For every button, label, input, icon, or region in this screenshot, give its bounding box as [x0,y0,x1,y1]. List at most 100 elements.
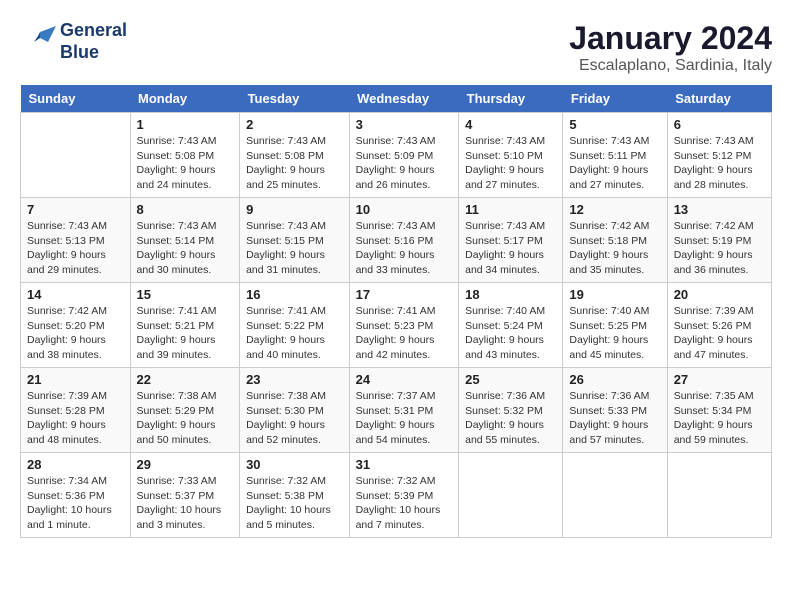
day-number: 7 [27,202,124,217]
day-number: 27 [674,372,765,387]
calendar-subtitle: Escalaplano, Sardinia, Italy [569,57,772,75]
logo: General Blue [20,20,127,63]
day-cell: 8Sunrise: 7:43 AM Sunset: 5:14 PM Daylig… [130,198,240,283]
day-info: Sunrise: 7:43 AM Sunset: 5:17 PM Dayligh… [465,219,556,278]
col-tuesday: Tuesday [240,85,350,113]
calendar-header: Sunday Monday Tuesday Wednesday Thursday… [21,85,772,113]
day-cell: 15Sunrise: 7:41 AM Sunset: 5:21 PM Dayli… [130,283,240,368]
day-info: Sunrise: 7:41 AM Sunset: 5:21 PM Dayligh… [137,304,234,363]
day-cell [459,453,563,538]
day-info: Sunrise: 7:43 AM Sunset: 5:11 PM Dayligh… [569,134,660,193]
day-cell [21,113,131,198]
day-number: 31 [356,457,453,472]
day-info: Sunrise: 7:35 AM Sunset: 5:34 PM Dayligh… [674,389,765,448]
logo-icon [20,24,56,60]
day-info: Sunrise: 7:32 AM Sunset: 5:38 PM Dayligh… [246,474,343,533]
day-cell: 18 Sunrise: 7:40 AM Sunset: 5:24 PM Dayli… [459,283,563,368]
day-number: 6 [674,117,765,132]
day-number: 29 [137,457,234,472]
day-info: Sunrise: 7:43 AM Sunset: 5:08 PM Dayligh… [137,134,234,193]
day-info: Sunrise: 7:41 AM Sunset: 5:22 PM Dayligh… [246,304,343,363]
day-info: Sunrise: 7:40 AM Sunset: 5:25 PM Dayligh… [569,304,660,363]
day-info: Sunrise: 7:43 AM Sunset: 5:16 PM Dayligh… [356,219,453,278]
day-cell: 16 Sunrise: 7:41 AM Sunset: 5:22 PM Dayli… [240,283,350,368]
week-row-4: 21 Sunrise: 7:39 AM Sunset: 5:28 PM Dayli… [21,368,772,453]
day-info: Sunrise: 7:39 AM Sunset: 5:26 PM Dayligh… [674,304,765,363]
day-number: 12 [569,202,660,217]
day-cell: 11 Sunrise: 7:43 AM Sunset: 5:17 PM Dayli… [459,198,563,283]
day-number: 3 [356,117,453,132]
day-number: 22 [137,372,234,387]
day-number: 26 [569,372,660,387]
day-info: Sunrise: 7:38 AM Sunset: 5:29 PM Dayligh… [137,389,234,448]
day-cell: 9 Sunrise: 7:43 AM Sunset: 5:15 PM Daylig… [240,198,350,283]
day-cell: 3 Sunrise: 7:43 AM Sunset: 5:09 PM Daylig… [349,113,459,198]
day-number: 21 [27,372,124,387]
day-number: 28 [27,457,124,472]
day-cell: 19 Sunrise: 7:40 AM Sunset: 5:25 PM Dayli… [563,283,667,368]
day-info: Sunrise: 7:43 AM Sunset: 5:09 PM Dayligh… [356,134,453,193]
page-header: General Blue January 2024 Escalaplano, S… [20,20,772,75]
day-info: Sunrise: 7:38 AM Sunset: 5:30 PM Dayligh… [246,389,343,448]
day-cell: 10 Sunrise: 7:43 AM Sunset: 5:16 PM Dayli… [349,198,459,283]
logo-text: General Blue [60,20,127,63]
week-row-1: 1 Sunrise: 7:43 AM Sunset: 5:08 PM Daylig… [21,113,772,198]
day-number: 13 [674,202,765,217]
col-thursday: Thursday [459,85,563,113]
day-number: 9 [246,202,343,217]
day-info: Sunrise: 7:37 AM Sunset: 5:31 PM Dayligh… [356,389,453,448]
day-cell: 14Sunrise: 7:42 AM Sunset: 5:20 PM Dayli… [21,283,131,368]
week-row-5: 28Sunrise: 7:34 AM Sunset: 5:36 PM Dayli… [21,453,772,538]
day-info: Sunrise: 7:43 AM Sunset: 5:15 PM Dayligh… [246,219,343,278]
day-info: Sunrise: 7:42 AM Sunset: 5:19 PM Dayligh… [674,219,765,278]
day-info: Sunrise: 7:39 AM Sunset: 5:28 PM Dayligh… [27,389,124,448]
week-row-2: 7Sunrise: 7:43 AM Sunset: 5:13 PM Daylig… [21,198,772,283]
day-cell: 21 Sunrise: 7:39 AM Sunset: 5:28 PM Dayli… [21,368,131,453]
day-number: 4 [465,117,556,132]
day-number: 16 [246,287,343,302]
calendar-body: 1 Sunrise: 7:43 AM Sunset: 5:08 PM Daylig… [21,113,772,538]
day-info: Sunrise: 7:40 AM Sunset: 5:24 PM Dayligh… [465,304,556,363]
day-cell: 28Sunrise: 7:34 AM Sunset: 5:36 PM Dayli… [21,453,131,538]
day-cell: 7Sunrise: 7:43 AM Sunset: 5:13 PM Daylig… [21,198,131,283]
calendar-table: Sunday Monday Tuesday Wednesday Thursday… [20,85,772,538]
day-cell: 6Sunrise: 7:43 AM Sunset: 5:12 PM Daylig… [667,113,771,198]
day-number: 8 [137,202,234,217]
day-number: 10 [356,202,453,217]
day-number: 23 [246,372,343,387]
day-number: 20 [674,287,765,302]
logo-line2: Blue [60,42,99,62]
day-cell: 26 Sunrise: 7:36 AM Sunset: 5:33 PM Dayli… [563,368,667,453]
day-number: 25 [465,372,556,387]
day-cell: 31 Sunrise: 7:32 AM Sunset: 5:39 PM Dayli… [349,453,459,538]
day-number: 5 [569,117,660,132]
day-cell: 27 Sunrise: 7:35 AM Sunset: 5:34 PM Dayli… [667,368,771,453]
day-cell: 4 Sunrise: 7:43 AM Sunset: 5:10 PM Daylig… [459,113,563,198]
day-number: 11 [465,202,556,217]
day-cell: 23 Sunrise: 7:38 AM Sunset: 5:30 PM Dayli… [240,368,350,453]
col-monday: Monday [130,85,240,113]
day-cell: 20 Sunrise: 7:39 AM Sunset: 5:26 PM Dayli… [667,283,771,368]
day-info: Sunrise: 7:32 AM Sunset: 5:39 PM Dayligh… [356,474,453,533]
day-number: 19 [569,287,660,302]
day-cell: 12Sunrise: 7:42 AM Sunset: 5:18 PM Dayli… [563,198,667,283]
day-info: Sunrise: 7:36 AM Sunset: 5:33 PM Dayligh… [569,389,660,448]
day-info: Sunrise: 7:41 AM Sunset: 5:23 PM Dayligh… [356,304,453,363]
col-friday: Friday [563,85,667,113]
day-info: Sunrise: 7:43 AM Sunset: 5:08 PM Dayligh… [246,134,343,193]
day-number: 30 [246,457,343,472]
calendar-title: January 2024 [569,20,772,57]
day-number: 18 [465,287,556,302]
title-block: January 2024 Escalaplano, Sardinia, Ital… [569,20,772,75]
day-cell: 30 Sunrise: 7:32 AM Sunset: 5:38 PM Dayli… [240,453,350,538]
day-cell: 24 Sunrise: 7:37 AM Sunset: 5:31 PM Dayli… [349,368,459,453]
col-sunday: Sunday [21,85,131,113]
day-number: 24 [356,372,453,387]
day-cell: 5 Sunrise: 7:43 AM Sunset: 5:11 PM Daylig… [563,113,667,198]
day-info: Sunrise: 7:36 AM Sunset: 5:32 PM Dayligh… [465,389,556,448]
day-cell: 17Sunrise: 7:41 AM Sunset: 5:23 PM Dayli… [349,283,459,368]
day-cell [563,453,667,538]
day-info: Sunrise: 7:42 AM Sunset: 5:20 PM Dayligh… [27,304,124,363]
day-number: 1 [137,117,234,132]
day-info: Sunrise: 7:43 AM Sunset: 5:10 PM Dayligh… [465,134,556,193]
